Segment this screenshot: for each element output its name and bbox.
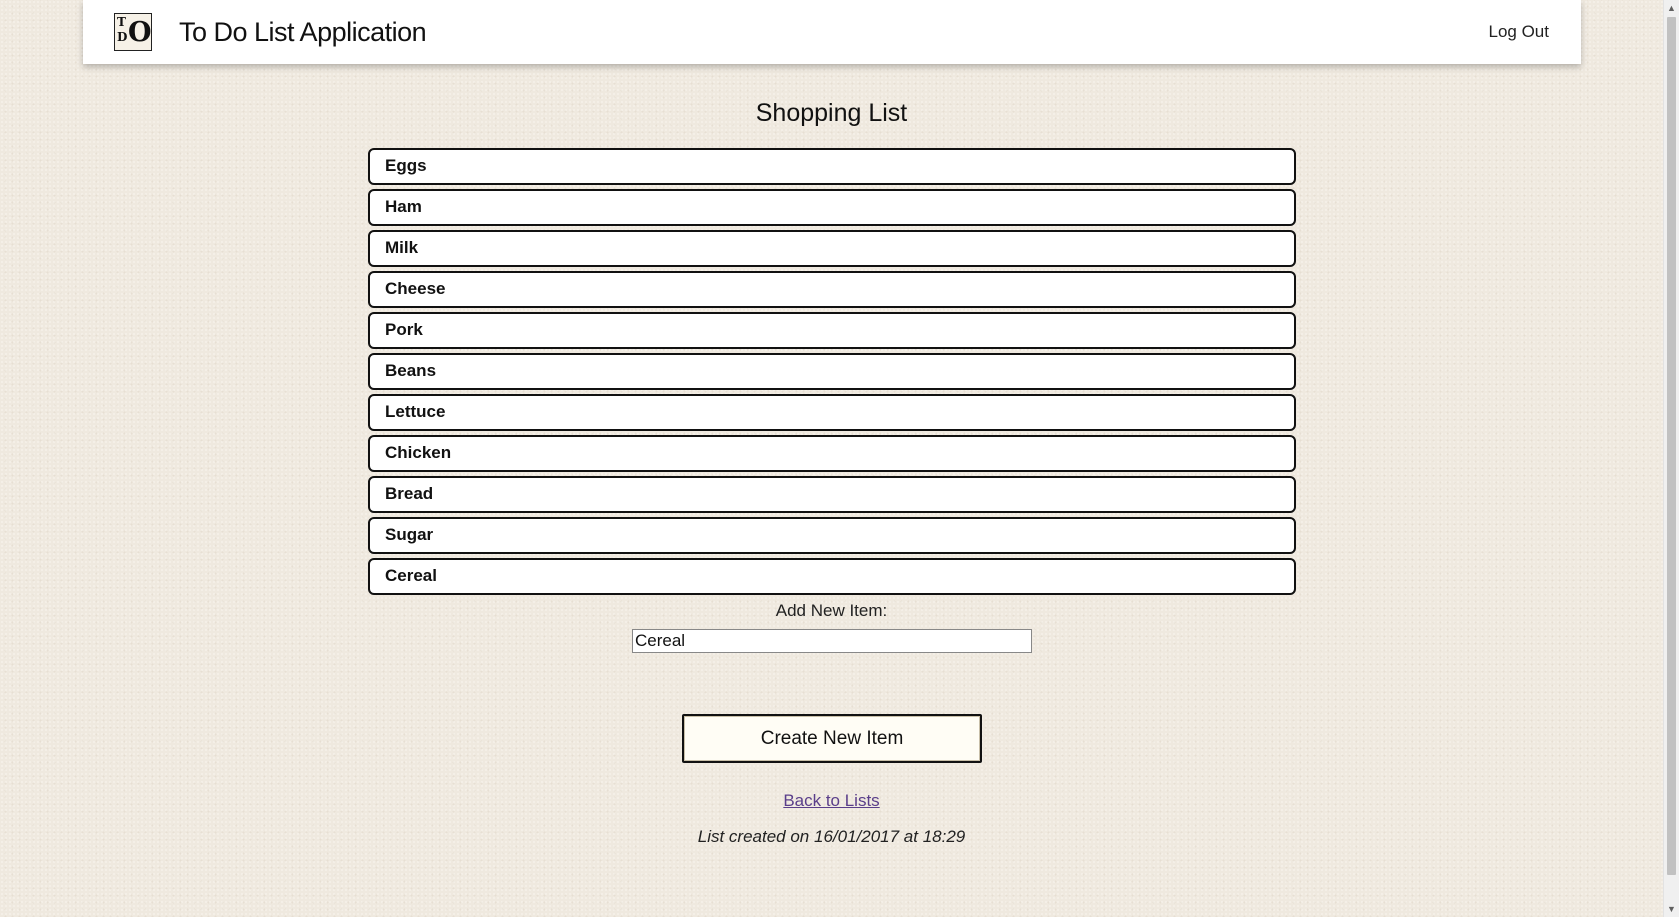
- app-logo[interactable]: T D O: [114, 13, 152, 51]
- list-item-ham[interactable]: Ham: [368, 189, 1296, 226]
- add-item-label: Add New Item:: [775, 601, 888, 620]
- back-link-container: Back to Lists: [0, 789, 1663, 813]
- logo-letter-t: T: [117, 15, 126, 29]
- list-item-pork[interactable]: Pork: [368, 312, 1296, 349]
- list-item-lettuce[interactable]: Lettuce: [368, 394, 1296, 431]
- list-item-bread[interactable]: Bread: [368, 476, 1296, 513]
- item-list: Eggs Ham Milk Cheese Pork Beans Lettuce …: [368, 148, 1296, 599]
- scroll-up-icon[interactable]: ▲: [1664, 0, 1679, 16]
- list-item-chicken[interactable]: Chicken: [368, 435, 1296, 472]
- app-title[interactable]: To Do List Application: [179, 14, 427, 50]
- back-to-lists-link[interactable]: Back to Lists: [783, 791, 879, 810]
- list-item-cereal[interactable]: Cereal: [368, 558, 1296, 595]
- vertical-scrollbar[interactable]: ▲ ▼: [1663, 0, 1679, 917]
- list-title: Shopping List: [755, 99, 908, 127]
- list-item-cheese[interactable]: Cheese: [368, 271, 1296, 308]
- new-item-input[interactable]: [632, 629, 1032, 653]
- page: T D O To Do List Application Log Out Sho…: [0, 0, 1663, 917]
- create-item-button[interactable]: Create New Item: [682, 714, 982, 763]
- created-timestamp: List created on 16/01/2017 at 18:29: [697, 827, 966, 846]
- top-navbar: T D O To Do List Application Log Out: [83, 0, 1581, 64]
- list-item-milk[interactable]: Milk: [368, 230, 1296, 267]
- scroll-down-icon[interactable]: ▼: [1664, 901, 1679, 917]
- logo-letter-o: O: [128, 17, 152, 48]
- list-item-sugar[interactable]: Sugar: [368, 517, 1296, 554]
- list-item-beans[interactable]: Beans: [368, 353, 1296, 390]
- scrollbar-thumb[interactable]: [1667, 17, 1676, 875]
- logout-link[interactable]: Log Out: [1489, 20, 1550, 44]
- logo-letter-d: D: [117, 30, 128, 44]
- list-item-eggs[interactable]: Eggs: [368, 148, 1296, 185]
